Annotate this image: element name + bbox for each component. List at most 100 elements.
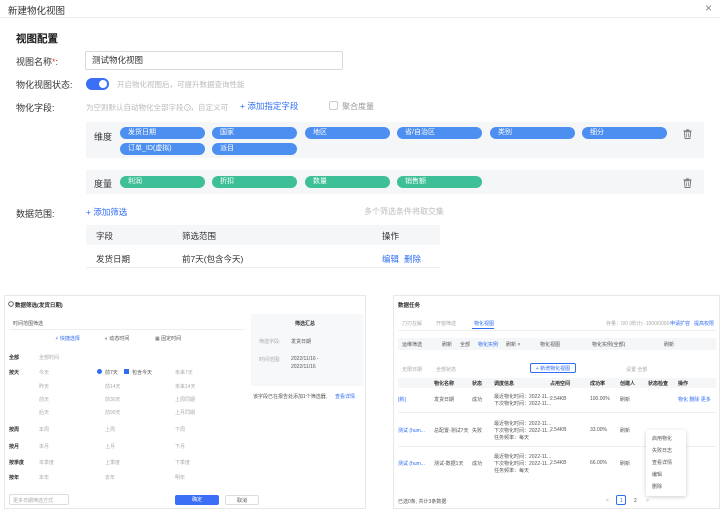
option[interactable]: 昨天 (39, 383, 49, 390)
more-filter-select[interactable]: 更多日期筛选方式 (9, 494, 69, 505)
option[interactable]: 未来14天 (175, 383, 196, 390)
option[interactable]: 明年 (175, 474, 185, 481)
option[interactable]: 上月同期 (175, 409, 195, 416)
add-filter-link[interactable]: + 添加筛选 (86, 206, 127, 218)
option[interactable]: 前14天 (105, 383, 121, 390)
col-header: 物化名称 (434, 381, 455, 387)
row-user: 刷新 (620, 397, 631, 403)
dimension-pill[interactable]: 细分 (582, 127, 667, 139)
option[interactable]: 前90天 (105, 409, 121, 416)
page-next[interactable]: > (646, 498, 649, 504)
option[interactable]: 本年 (39, 474, 49, 481)
dimension-pill[interactable]: 省/自治区 (397, 127, 482, 139)
view-name-input[interactable]: 测试物化视图 (85, 51, 343, 70)
page-prev[interactable]: < (606, 498, 609, 504)
toolbar-item[interactable]: 全部 (460, 341, 470, 348)
toolbar-item[interactable]: 刷新 (664, 341, 674, 348)
top-link[interactable]: 申请扩容 (670, 320, 690, 327)
toolbar-item[interactable]: 运维筛选 (402, 341, 422, 348)
toolbar-item[interactable]: 物化实例(全部) (592, 341, 625, 348)
row-name[interactable]: 测试 (hum... (398, 460, 425, 467)
option[interactable]: 前7天 (105, 369, 118, 376)
option[interactable]: 未来7天 (175, 369, 193, 376)
menu-item[interactable]: 查看详情 (652, 459, 672, 466)
aggregate-checkbox[interactable] (329, 101, 338, 110)
option[interactable]: 全部时间 (39, 354, 59, 361)
measure-pill[interactable]: 折扣 (212, 176, 297, 188)
measure-pill[interactable]: 销售额 (397, 176, 482, 188)
measure-pill[interactable]: 数量 (305, 176, 390, 188)
option[interactable]: 包含今天 (132, 369, 152, 376)
new-view-button[interactable]: + 新增物化视图 (530, 363, 576, 373)
divider (398, 330, 716, 331)
option[interactable]: 本周 (39, 426, 49, 433)
mode-dynamic[interactable]: ◐ 动态时间 (105, 335, 129, 342)
option[interactable]: 前天 (39, 396, 49, 403)
col-header: 创建人 (620, 381, 636, 387)
option[interactable]: 上周同期 (175, 396, 195, 403)
row-source: 总配置-测试7天 (434, 428, 469, 434)
measure-pill[interactable]: 利润 (120, 176, 205, 188)
toolbar-item[interactable]: 刷新 × (506, 341, 520, 348)
measure-label: 度量 (94, 179, 113, 189)
sub-filter[interactable]: 无限日期 (402, 366, 422, 373)
dimension-pill[interactable]: 国家 (212, 127, 297, 139)
option[interactable]: 本季度 (39, 459, 54, 466)
row-name[interactable]: 测试 (hum... (398, 427, 425, 434)
page-2[interactable]: 2 (634, 498, 637, 504)
option[interactable]: 上月 (105, 443, 115, 450)
radio-selected[interactable] (97, 369, 102, 374)
task-tab[interactable]: 刀刃在解 (402, 320, 422, 327)
task-tab-active[interactable]: 物化视图 (474, 320, 494, 327)
close-icon[interactable]: × (705, 1, 712, 15)
option[interactable]: 后天 (39, 409, 49, 416)
dimension-pill[interactable]: 地区 (305, 127, 390, 139)
confirm-button[interactable]: 确定 (175, 495, 219, 505)
option[interactable]: 本月 (39, 443, 49, 450)
toolbar-item[interactable]: 物化视图 (540, 341, 560, 348)
cancel-button[interactable]: 取消 (225, 495, 259, 505)
option[interactable]: 下季度 (175, 459, 190, 466)
trash-icon[interactable] (683, 178, 692, 188)
row-info: 下次物化时间：2022-11... (494, 428, 552, 434)
status-toggle[interactable] (86, 78, 109, 90)
edit-link[interactable]: 编辑 (382, 253, 399, 265)
row-ops[interactable]: 物化 删除 更多 (678, 396, 711, 403)
dimension-pill[interactable]: 订单_ID(虚拟) (120, 143, 205, 155)
filter-tab[interactable]: 时间范围筛选 (13, 320, 43, 327)
option[interactable]: 上季度 (105, 459, 120, 466)
header-range: 筛选范围 (182, 231, 217, 241)
trash-icon[interactable] (683, 129, 692, 139)
top-link[interactable]: 提高权限 (694, 320, 714, 327)
row-status: 成功 (472, 397, 483, 403)
page-1[interactable]: 1 (616, 495, 626, 505)
menu-item[interactable]: 编辑 (652, 471, 662, 478)
toolbar-item[interactable]: 刷新 (442, 341, 452, 348)
task-tab[interactable]: 开窗筛选 (436, 320, 456, 327)
col-header: 成功率 (590, 381, 606, 387)
menu-item[interactable]: 删除 (652, 483, 662, 490)
option[interactable]: 前30天 (105, 396, 121, 403)
option[interactable]: 去年 (105, 474, 115, 481)
include-today-checkbox[interactable] (124, 369, 129, 374)
mode-quick[interactable]: ⚡ 快捷选择 (55, 335, 80, 342)
option[interactable]: 今天 (39, 369, 49, 376)
row-status: 失败 (472, 428, 483, 434)
toolbar-item[interactable]: 物化实例 (478, 341, 498, 348)
sub-right[interactable]: 设置 全部 (626, 366, 647, 373)
option[interactable]: 下月 (175, 443, 185, 450)
col-header: 状态检查 (648, 381, 669, 387)
dimension-pill[interactable]: 类别 (490, 127, 575, 139)
mode-fixed[interactable]: ▦ 固定时间 (155, 335, 181, 342)
sub-filter[interactable]: 全部状态 (436, 366, 456, 373)
dimension-pill[interactable]: 发货日期 (120, 127, 205, 139)
option[interactable]: 下周 (175, 426, 185, 433)
menu-item[interactable]: 失败日志 (652, 447, 672, 454)
option[interactable]: 上周 (105, 426, 115, 433)
dimension-pill[interactable]: 派目 (212, 143, 297, 155)
note-link[interactable]: 查看详情 (335, 393, 355, 400)
row-name[interactable]: [新] (398, 396, 406, 403)
menu-item[interactable]: 启用物化 (652, 435, 672, 442)
add-fields-link[interactable]: + 添加指定字段 (240, 100, 298, 112)
delete-link[interactable]: 删除 (404, 253, 421, 265)
